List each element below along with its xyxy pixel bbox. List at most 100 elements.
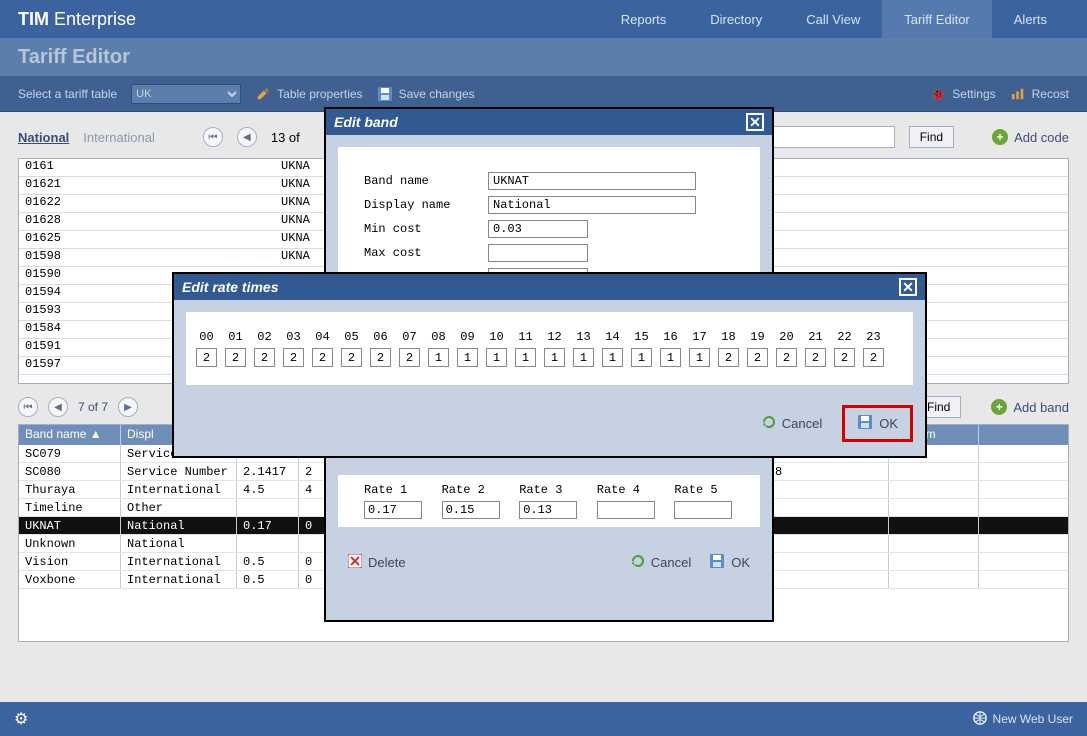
rt-hour-input[interactable] (805, 348, 826, 367)
rt-ok-highlight: OK (842, 405, 913, 442)
find-button[interactable]: Find (909, 126, 954, 148)
rt-hour-col: 05 (341, 330, 362, 367)
rt-hour-input[interactable] (602, 348, 623, 367)
rate2-input[interactable] (442, 501, 500, 519)
rate5-input[interactable] (674, 501, 732, 519)
rate2-label: Rate 2 (442, 483, 502, 497)
rt-hour-col: 22 (834, 330, 855, 367)
undo-icon (629, 553, 645, 572)
nav-directory[interactable]: Directory (688, 0, 784, 38)
rate-times-titlebar[interactable]: Edit rate times ✕ (174, 274, 925, 300)
nav-tabs: Reports Directory Call View Tariff Edito… (599, 0, 1069, 38)
rt-hour-input[interactable] (718, 348, 739, 367)
rt-hour-input[interactable] (283, 348, 304, 367)
nav-tariff-editor[interactable]: Tariff Editor (882, 0, 992, 38)
rt-hour-input[interactable] (544, 348, 565, 367)
nav-callview[interactable]: Call View (784, 0, 882, 38)
pencil-icon (255, 86, 271, 102)
rt-hour-input[interactable] (196, 348, 217, 367)
nav-alerts[interactable]: Alerts (992, 0, 1069, 38)
gear-icon[interactable]: ⚙ (14, 709, 28, 729)
rt-hour-col: 12 (544, 330, 565, 367)
rt-hour-input[interactable] (747, 348, 768, 367)
page-title: Tariff Editor (18, 46, 130, 69)
nav-reports[interactable]: Reports (599, 0, 689, 38)
rt-hour-input[interactable] (370, 348, 391, 367)
max-cost-label: Max cost (364, 246, 488, 260)
page-prev-icon[interactable]: ◀ (237, 127, 257, 147)
rt-hour-label: 08 (431, 330, 445, 344)
delete-button[interactable]: Delete (348, 554, 406, 571)
display-name-input[interactable] (488, 196, 696, 214)
rt-hour-label: 07 (402, 330, 416, 344)
tariff-select[interactable]: UK (131, 84, 241, 104)
rt-hour-input[interactable] (515, 348, 536, 367)
settings-link[interactable]: 🐞 Settings (930, 86, 995, 102)
rt-cancel-button[interactable]: Cancel (760, 414, 822, 433)
rt-hour-col: 15 (631, 330, 652, 367)
rt-hour-input[interactable] (660, 348, 681, 367)
rt-hour-label: 03 (286, 330, 300, 344)
tab-national[interactable]: National (18, 130, 69, 145)
rate1-input[interactable] (364, 501, 422, 519)
close-icon[interactable]: ✕ (746, 113, 764, 131)
rt-hour-label: 00 (199, 330, 213, 344)
rt-hour-label: 14 (605, 330, 619, 344)
rt-hour-col: 21 (805, 330, 826, 367)
rt-hour-col: 11 (515, 330, 536, 367)
rate-times-title: Edit rate times (182, 279, 278, 295)
rt-hour-label: 12 (547, 330, 561, 344)
rt-hour-input[interactable] (225, 348, 246, 367)
rt-hour-input[interactable] (254, 348, 275, 367)
rt-hour-input[interactable] (631, 348, 652, 367)
rt-hour-col: 01 (225, 330, 246, 367)
rt-ok-button[interactable]: OK (857, 414, 898, 433)
add-band-link[interactable]: + Add band (991, 399, 1069, 415)
rt-hour-label: 10 (489, 330, 503, 344)
rt-hour-input[interactable] (689, 348, 710, 367)
rt-hour-input[interactable] (863, 348, 884, 367)
recost-link[interactable]: Recost (1010, 86, 1069, 102)
rt-hour-col: 10 (486, 330, 507, 367)
rt-hour-label: 23 (866, 330, 880, 344)
rt-hour-input[interactable] (486, 348, 507, 367)
rate1-label: Rate 1 (364, 483, 424, 497)
band-hscroll[interactable] (19, 625, 1068, 641)
rt-hour-input[interactable] (399, 348, 420, 367)
cancel-button[interactable]: Cancel (629, 553, 691, 572)
rt-hour-input[interactable] (428, 348, 449, 367)
band-name-input[interactable] (488, 172, 696, 190)
add-code-label: Add code (1014, 130, 1069, 145)
table-properties-link[interactable]: Table properties (255, 86, 362, 102)
rt-hour-input[interactable] (776, 348, 797, 367)
rt-hour-col: 00 (196, 330, 217, 367)
col-band-name[interactable]: Band name ▲ (19, 425, 121, 445)
rate5-label: Rate 5 (674, 483, 734, 497)
band-page-prev-icon[interactable]: ◀ (48, 397, 68, 417)
band-page-next-icon[interactable]: ▶ (118, 397, 138, 417)
rt-hour-input[interactable] (312, 348, 333, 367)
add-code-link[interactable]: + Add code (992, 129, 1069, 145)
ok-button[interactable]: OK (709, 553, 750, 572)
select-tariff-label: Select a tariff table (18, 87, 117, 101)
rt-hour-col: 18 (718, 330, 739, 367)
plus-icon: + (991, 399, 1007, 415)
close-icon[interactable]: ✕ (899, 278, 917, 296)
page-first-icon[interactable]: ⏮ (203, 127, 223, 147)
edit-band-titlebar[interactable]: Edit band ✕ (326, 109, 772, 135)
search-input[interactable] (765, 126, 895, 148)
save-changes-link[interactable]: Save changes (377, 86, 475, 102)
rt-hour-input[interactable] (834, 348, 855, 367)
rate3-input[interactable] (519, 501, 577, 519)
save-changes-label: Save changes (399, 87, 475, 101)
min-cost-input[interactable] (488, 220, 588, 238)
band-page-first-icon[interactable]: ⏮ (18, 397, 38, 417)
max-cost-input[interactable] (488, 244, 588, 262)
rt-hour-input[interactable] (341, 348, 362, 367)
rate4-input[interactable] (597, 501, 655, 519)
rt-hour-input[interactable] (457, 348, 478, 367)
settings-label: Settings (952, 87, 995, 101)
footer-user[interactable]: New Web User (993, 712, 1073, 726)
tab-international[interactable]: International (83, 130, 155, 145)
rt-hour-input[interactable] (573, 348, 594, 367)
